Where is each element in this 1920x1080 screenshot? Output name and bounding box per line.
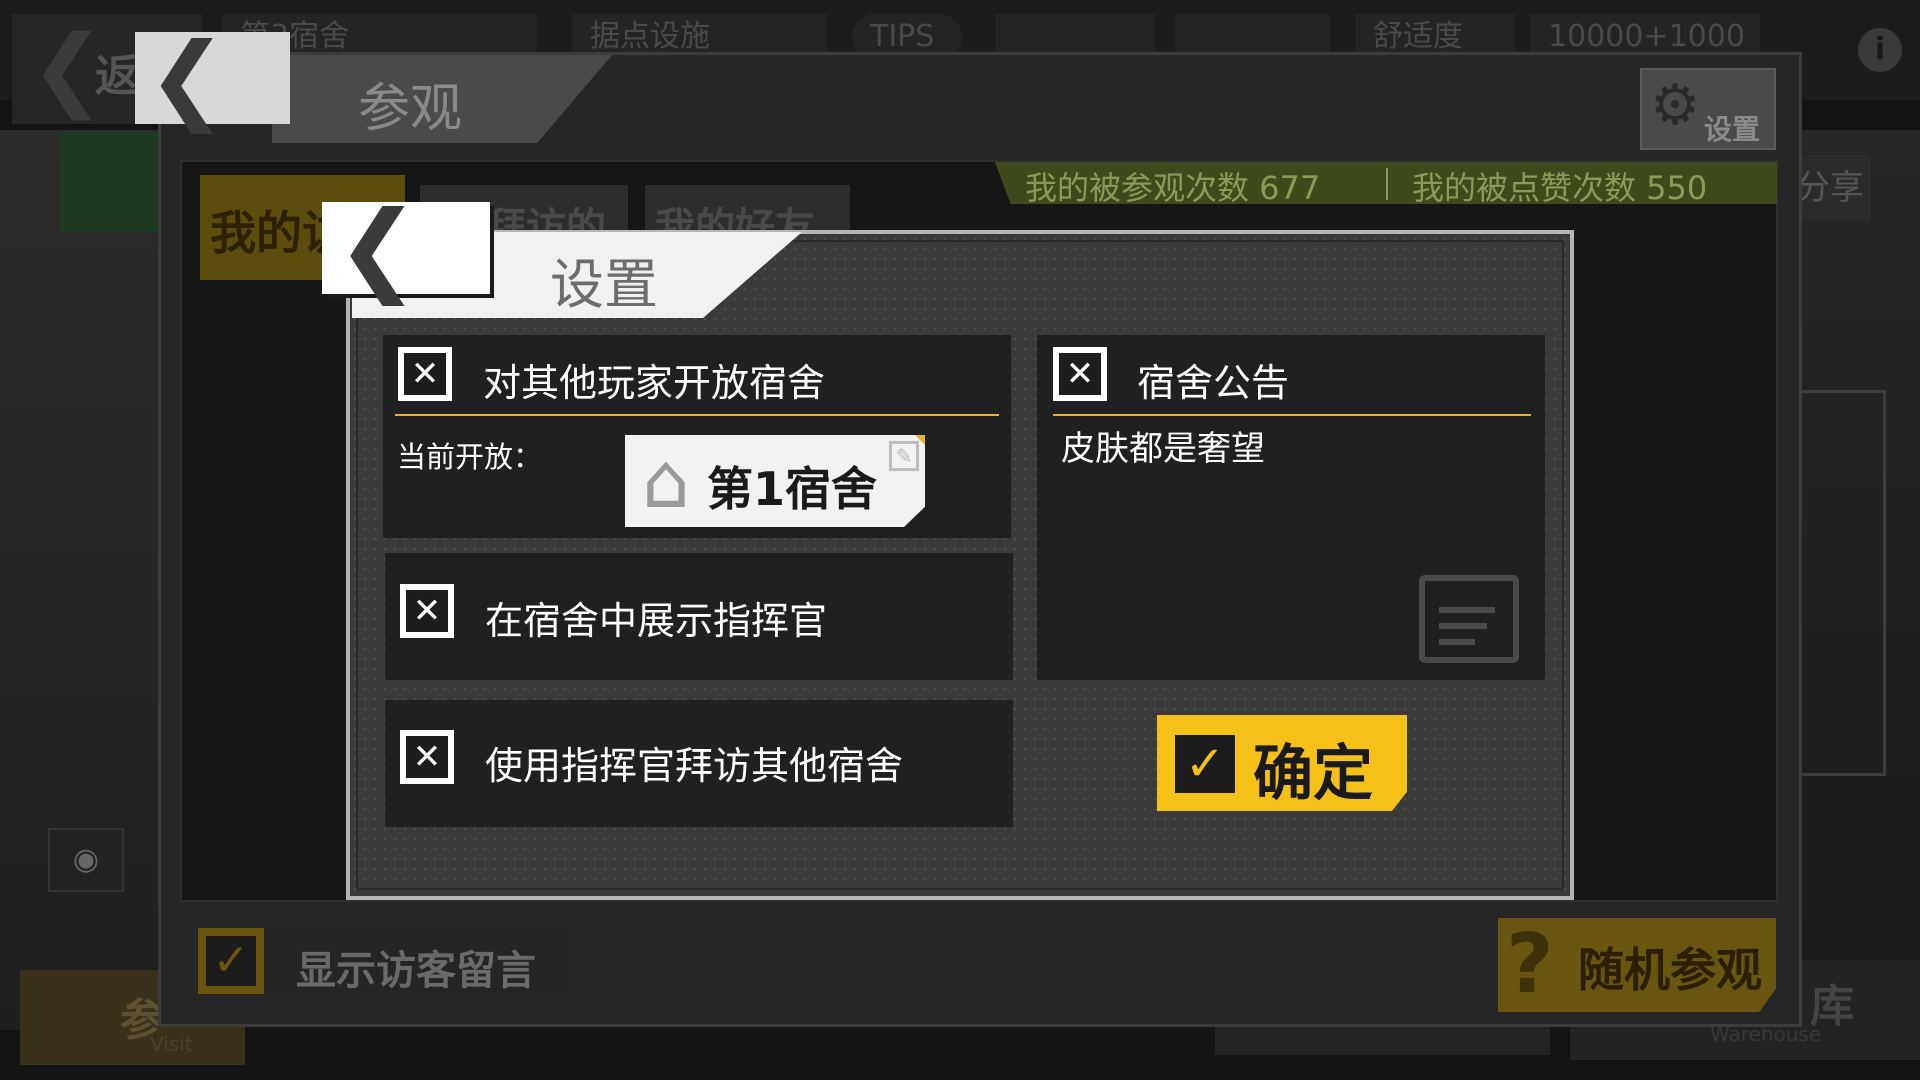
commander-visit-card: ✕ 使用指挥官拜访其他宿舍 [385, 700, 1013, 827]
close-x-icon: ✕ [1059, 353, 1101, 395]
open-dorm-card: ✕ 对其他玩家开放宿舍 当前开放： ⌂ 第1宿舍 ✎ [383, 335, 1011, 538]
background-left-decor [60, 132, 160, 232]
dorm-notice-text[interactable]: 皮肤都是奢望 [1061, 421, 1265, 470]
close-x-icon: ✕ [406, 590, 448, 632]
dorm-notice-card: ✕ 宿舍公告 皮肤都是奢望 [1037, 335, 1545, 680]
open-dorm-divider [395, 414, 999, 416]
notice-line [1439, 623, 1487, 629]
checkmark-icon: ✓ [206, 936, 256, 986]
back-chevron-icon: ❮ [147, 22, 228, 134]
close-x-icon: ✕ [406, 736, 448, 778]
background-back-label: 返 [95, 51, 139, 102]
current-dorm-selector[interactable]: ⌂ 第1宿舍 ✎ [625, 435, 925, 527]
visit-settings-label: 设置 [1704, 113, 1761, 146]
eye-icon: ◉ [48, 828, 124, 892]
background-visit-sub: Visit [150, 1032, 193, 1056]
show-commander-label: 在宿舍中展示指挥官 [485, 599, 828, 643]
open-dorm-label: 对其他玩家开放宿舍 [483, 361, 826, 405]
edit-icon: ✎ [889, 441, 919, 471]
stats-divider [1386, 168, 1388, 200]
show-visitor-messages-toggle[interactable]: ✓ 显示访客留言 [198, 928, 566, 994]
visit-settings-button[interactable]: ⚙ 设置 [1640, 68, 1776, 150]
show-commander-checkbox[interactable]: ✕ [400, 584, 454, 638]
show-visitor-messages-checkbox[interactable]: ✓ [198, 928, 264, 994]
dorm-notice-label: 宿舍公告 [1137, 361, 1290, 405]
current-open-label: 当前开放： [397, 440, 543, 474]
dorm-notice-checkbox[interactable]: ✕ [1053, 347, 1107, 401]
commander-visit-checkbox[interactable]: ✕ [400, 730, 454, 784]
background-right-decor [1790, 390, 1886, 776]
gear-icon: ⚙ [1650, 73, 1701, 138]
confirm-button[interactable]: ✓ 确定 [1157, 715, 1407, 811]
checkmark-icon: ✓ [1175, 735, 1235, 793]
liked-count: 我的被点赞次数 550 [1412, 169, 1708, 207]
show-commander-card: ✕ 在宿舍中展示指挥官 [385, 553, 1013, 680]
commander-visit-label: 使用指挥官拜访其他宿舍 [485, 744, 904, 788]
notice-board-icon [1419, 575, 1519, 663]
dorm-notice-divider [1053, 414, 1531, 416]
close-x-icon: ✕ [404, 353, 446, 395]
random-visit-button[interactable]: ? 随机参观 [1498, 918, 1776, 1012]
show-visitor-messages-label: 显示访客留言 [296, 948, 536, 994]
visit-title: 参观 [358, 79, 463, 139]
background-share-button: 分享 [1790, 155, 1870, 221]
notice-line [1439, 607, 1495, 613]
question-icon: ? [1506, 917, 1554, 1012]
chip-corner-accent [915, 435, 925, 445]
house-icon: ⌂ [641, 436, 691, 525]
settings-dialog-title: 设置 [550, 253, 658, 316]
current-dorm-name: 第1宿舍 [707, 462, 878, 516]
confirm-label: 确定 [1253, 739, 1373, 809]
visited-count: 我的被参观次数 677 [1025, 169, 1321, 207]
back-chevron-icon: ❮ [336, 189, 420, 306]
random-visit-label: 随机参观 [1578, 943, 1762, 997]
settings-back-button[interactable]: ❮ [322, 189, 490, 306]
background-left-scene [0, 130, 160, 1030]
notice-line [1439, 639, 1475, 645]
open-dorm-checkbox[interactable]: ✕ [398, 347, 452, 401]
visit-back-button[interactable]: ❮ [135, 22, 290, 134]
info-icon[interactable]: i [1858, 28, 1902, 72]
